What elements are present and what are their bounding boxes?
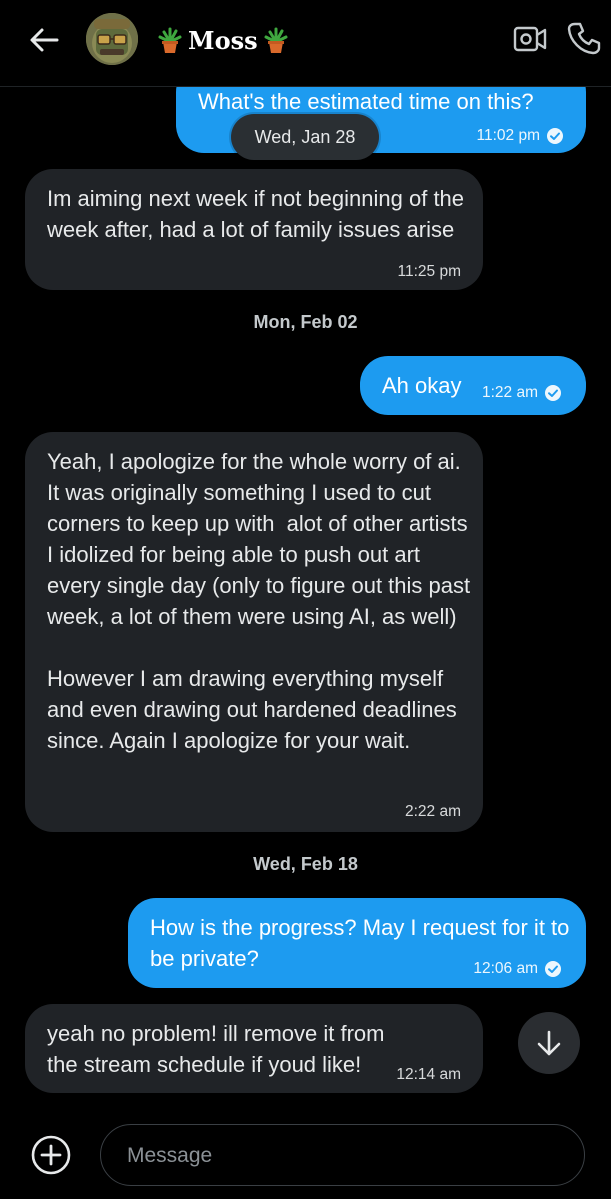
potted-plant-icon (158, 27, 182, 53)
video-call-button[interactable] (512, 22, 548, 56)
message-bubble-incoming[interactable]: Yeah, I apologize for the whole worry of… (25, 432, 483, 832)
read-receipt-icon (545, 384, 561, 401)
add-attachment-button[interactable] (30, 1134, 72, 1176)
date-separator: Wed, Feb 18 (253, 854, 358, 874)
message-text: Ah okay (382, 373, 462, 398)
message-text: Yeah, I apologize for the whole worry of… (47, 449, 471, 753)
voice-call-button[interactable] (566, 20, 602, 56)
avatar-illustration (86, 13, 138, 65)
video-camera-icon (513, 26, 547, 52)
contact-name: Moss (188, 25, 258, 55)
message-composer (100, 1124, 585, 1186)
avatar[interactable] (86, 13, 138, 65)
message-timestamp: 12:06 am (473, 953, 562, 984)
dm-conversation-screen: Moss What's the estimated time on this? … (0, 0, 611, 1199)
date-separator-floating: Wed, Jan 28 (231, 114, 379, 160)
arrow-down-icon (537, 1030, 561, 1056)
phone-icon (567, 22, 601, 55)
arrow-left-icon (30, 28, 59, 52)
message-timestamp: 11:25 pm (397, 263, 461, 280)
message-text: Im aiming next week if not beginning of … (47, 186, 471, 242)
back-button[interactable] (22, 20, 66, 60)
message-timestamp: 1:22 am (482, 377, 562, 408)
date-separator: Mon, Feb 02 (253, 312, 358, 332)
message-text: What's the estimated time on this? (198, 89, 534, 114)
message-text: yeah no problem! ill remove it from the … (47, 1021, 391, 1077)
read-receipt-icon (547, 127, 563, 144)
plus-circle-icon (31, 1135, 71, 1175)
read-receipt-icon (545, 960, 561, 977)
message-timestamp: 2:22 am (404, 803, 461, 820)
message-bubble-outgoing[interactable]: How is the progress? May I request for i… (128, 898, 586, 988)
conversation-title[interactable]: Moss (156, 24, 290, 56)
message-input[interactable] (125, 1125, 569, 1186)
message-bubble-outgoing[interactable]: Ah okay 1:22 am (360, 356, 586, 415)
message-bubble-incoming[interactable]: yeah no problem! ill remove it from the … (25, 1004, 483, 1093)
message-timestamp: 12:14 am (396, 1066, 461, 1083)
conversation-header: Moss (0, 0, 611, 87)
message-timestamp: 11:02 pm (477, 120, 564, 151)
potted-plant-icon (264, 27, 288, 53)
scroll-to-bottom-button[interactable] (518, 1012, 580, 1074)
message-bubble-incoming[interactable]: Im aiming next week if not beginning of … (25, 169, 483, 290)
